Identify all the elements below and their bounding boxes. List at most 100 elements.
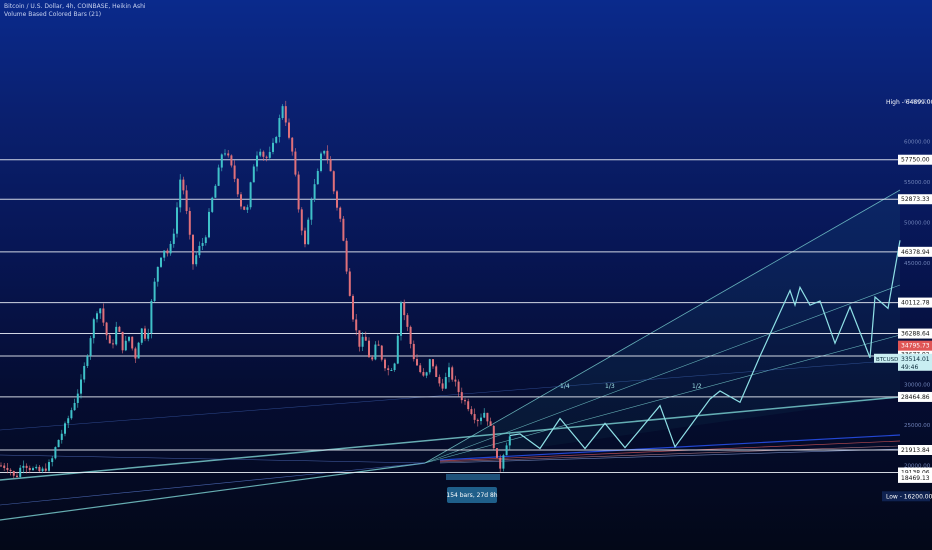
candle-body [195,255,198,265]
level-tag-1: 52873.33 [901,196,930,203]
price-chart[interactable]: 1/4 1/3 1/2154 bars, 27d 8h65000.0060000.0… [0,0,932,550]
candle-body [448,367,450,378]
candle-body [284,106,287,123]
candle-body [406,315,409,327]
candle-body [3,465,6,469]
y-tick-label: 50000.00 [904,221,931,227]
candle-body [249,182,252,208]
candle-body [361,336,364,347]
high-label: High - 64899.00 [886,99,932,106]
candle-body [454,379,457,382]
candle-body [105,322,108,336]
candle-body [182,179,185,191]
candle-body [339,207,342,219]
candle-body [390,369,393,371]
candle-body [9,469,12,472]
candle-body [233,165,236,179]
fan-label-2: 1/2 [692,383,702,390]
candle-body [268,151,271,158]
candle-body [262,151,265,157]
candle-body [403,302,406,316]
candle-body [163,250,166,258]
candle-body [384,359,386,369]
candle-body [185,190,188,212]
current-price-tag: 34795.73 [901,343,930,350]
candle-body [76,393,79,403]
candle-body [44,468,47,471]
candle-body [441,383,444,389]
candle-body [240,194,242,207]
candle-body [307,219,310,245]
candle-body [486,412,489,422]
candle-body [137,342,140,359]
candle-body [0,465,2,467]
range-box [446,474,500,480]
candle-body [336,191,338,208]
candle-body [38,466,41,472]
low-label: Low - 16200.00 [886,493,932,500]
candle-body [121,331,124,351]
candle-body [35,466,38,469]
candle-body [156,266,159,282]
candle-body [345,240,348,272]
candle-body [275,137,278,143]
y-tick-label: 30000.00 [904,383,931,389]
candle-body [329,159,332,172]
candle-body [51,458,54,463]
candle-body [22,465,25,468]
fan-line-4 [0,462,426,521]
candle-body [192,234,194,265]
candle-body [256,155,258,167]
candle-body [278,117,281,138]
candle-body [230,155,233,166]
candle-body [422,372,425,376]
candle-body [28,467,31,471]
candle-body [480,417,482,422]
candle-body [89,338,92,356]
level-tag-0: 57750.00 [901,157,930,164]
candle-body [12,471,15,476]
candle-body [188,211,191,235]
candle-body [265,156,268,158]
fan-label-0: 1/4 [560,383,570,390]
level-tag-2: 46378.94 [901,249,930,256]
candle-body [96,313,98,320]
candle-body [169,243,172,254]
candle-body [144,328,146,339]
candle-body [92,319,95,339]
candle-body [220,154,223,168]
candle-body [400,302,402,336]
candle-body [102,308,105,323]
candle-body [300,209,303,231]
candle-body [380,345,383,360]
candle-body [320,153,322,171]
candle-body [281,106,284,118]
candle-body [473,414,476,420]
candle-body [502,455,505,469]
candle-body [438,376,441,384]
candle-body [476,419,479,422]
candle-body [83,365,86,380]
candle-body [332,171,335,192]
candle-body [224,153,226,155]
candle-body [217,167,220,186]
candle-body [227,153,230,156]
candle-body [16,475,18,477]
candle-body [416,359,418,366]
y-tick-label: 25000.00 [904,423,931,429]
candle-body [201,242,204,246]
ticker-countdown: 49:46 [901,364,918,371]
level-tag-7: 21913.84 [901,447,930,454]
chart-stage[interactable]: Bitcoin / U.S. Dollar, 4h, COINBASE, Hei… [0,0,932,550]
candle-body [428,359,431,373]
candle-body [460,392,463,401]
candle-body [499,457,502,469]
candle-body [464,400,466,402]
y-tick-label: 45000.00 [904,261,931,267]
range-measure-label: 154 bars, 27d 8h [446,492,497,499]
candle-body [323,150,326,154]
candle-body [425,372,428,376]
candle-body [236,178,239,195]
candle-body [57,439,60,448]
candle-body [6,468,9,470]
